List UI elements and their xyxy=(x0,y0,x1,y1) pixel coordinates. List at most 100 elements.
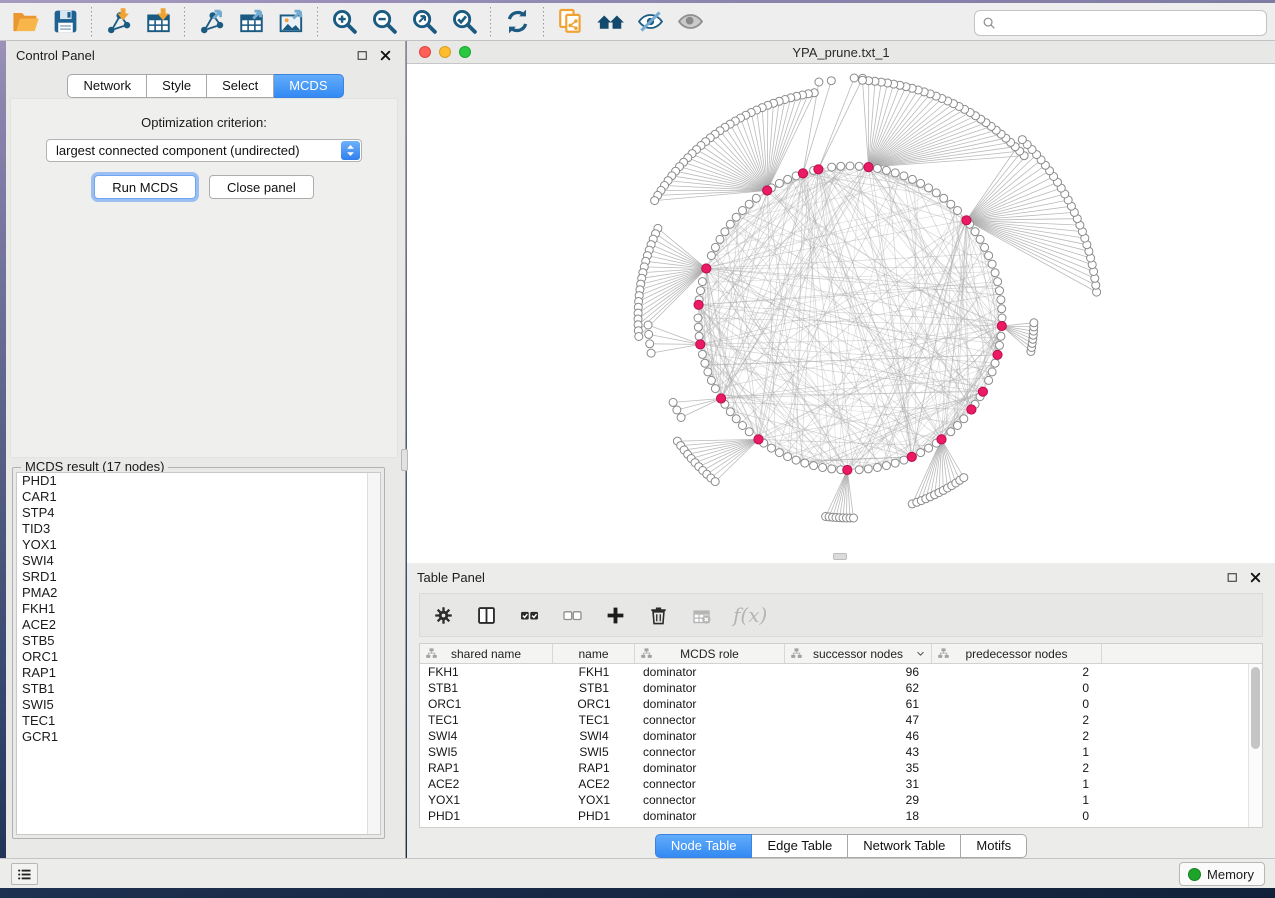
horizontal-splitter-handle[interactable] xyxy=(833,553,847,560)
ring-node[interactable] xyxy=(707,252,715,260)
ring-node[interactable] xyxy=(711,385,719,393)
mcds-hub-node[interactable] xyxy=(814,165,823,174)
ring-node[interactable] xyxy=(837,162,845,170)
satellite-node[interactable] xyxy=(635,333,643,341)
mcds-hub-node[interactable] xyxy=(843,465,852,474)
ring-node[interactable] xyxy=(940,194,948,202)
ring-node[interactable] xyxy=(810,462,818,470)
ring-node[interactable] xyxy=(998,314,1006,322)
ring-node[interactable] xyxy=(767,444,775,452)
mcds-result-item[interactable]: YOX1 xyxy=(17,537,380,553)
satellite-node[interactable] xyxy=(647,349,655,357)
mcds-hub-node[interactable] xyxy=(997,321,1006,330)
ring-node[interactable] xyxy=(846,162,854,170)
open-folder-icon[interactable] xyxy=(8,6,42,38)
export-table-icon[interactable] xyxy=(234,6,268,38)
ring-node[interactable] xyxy=(694,314,702,322)
tab-network[interactable]: Network xyxy=(67,74,147,98)
zoom-fit-icon[interactable] xyxy=(407,6,441,38)
table-row[interactable]: YOX1YOX1connector291 xyxy=(420,792,1262,808)
ring-node[interactable] xyxy=(726,408,734,416)
satellite-node[interactable] xyxy=(1030,319,1038,327)
close-panel-icon[interactable] xyxy=(1248,570,1263,585)
ring-node[interactable] xyxy=(873,464,881,472)
column-header-name[interactable]: name xyxy=(553,644,635,663)
refresh-icon[interactable] xyxy=(500,6,534,38)
ring-node[interactable] xyxy=(917,179,925,187)
ring-node[interactable] xyxy=(752,194,760,202)
mcds-result-item[interactable]: TID3 xyxy=(17,521,380,537)
mcds-hub-node[interactable] xyxy=(967,405,976,414)
ring-node[interactable] xyxy=(908,175,916,183)
mcds-result-list[interactable]: PHD1CAR1STP4TID3YOX1SWI4SRD1PMA2FKH1ACE2… xyxy=(16,472,381,835)
mcds-result-item[interactable]: STP4 xyxy=(17,505,380,521)
ring-node[interactable] xyxy=(701,359,709,367)
table-scrollbar[interactable] xyxy=(1248,664,1262,827)
deselect-all-icon[interactable] xyxy=(559,602,585,628)
ring-node[interactable] xyxy=(704,368,712,376)
mcds-result-item[interactable]: CAR1 xyxy=(17,489,380,505)
mcds-result-item[interactable]: SRD1 xyxy=(17,569,380,585)
float-panel-icon[interactable] xyxy=(355,48,370,63)
ring-node[interactable] xyxy=(694,323,702,331)
network-titlebar[interactable]: YPA_prune.txt_1 xyxy=(407,41,1275,64)
home-all-icon[interactable] xyxy=(593,6,627,38)
ring-node[interactable] xyxy=(882,166,890,174)
mcds-result-item[interactable]: SWI4 xyxy=(17,553,380,569)
ring-node[interactable] xyxy=(732,213,740,221)
table-row[interactable]: STB1STB1dominator620 xyxy=(420,680,1262,696)
table-tab-network-table[interactable]: Network Table xyxy=(848,834,961,858)
table-row[interactable]: ORC1ORC1dominator610 xyxy=(420,696,1262,712)
ring-node[interactable] xyxy=(947,428,955,436)
table-row[interactable]: ACE2ACE2connector311 xyxy=(420,776,1262,792)
satellite-node[interactable] xyxy=(677,414,685,422)
ring-node[interactable] xyxy=(991,269,999,277)
select-all-icon[interactable] xyxy=(516,602,542,628)
table-row[interactable]: PHD1PHD1dominator180 xyxy=(420,808,1262,824)
delete-table-icon[interactable] xyxy=(688,602,714,628)
ring-node[interactable] xyxy=(981,243,989,251)
ring-node[interactable] xyxy=(947,200,955,208)
add-column-icon[interactable] xyxy=(602,602,628,628)
column-header-predecessor-nodes[interactable]: predecessor nodes xyxy=(932,644,1102,663)
ring-node[interactable] xyxy=(997,296,1005,304)
mcds-result-item[interactable]: ACE2 xyxy=(17,617,380,633)
ring-node[interactable] xyxy=(698,278,706,286)
ring-node[interactable] xyxy=(976,235,984,243)
table-row[interactable]: RAP1RAP1dominator352 xyxy=(420,760,1262,776)
satellite-node[interactable] xyxy=(1018,136,1026,144)
ring-node[interactable] xyxy=(988,260,996,268)
ring-node[interactable] xyxy=(996,341,1004,349)
mcds-hub-node[interactable] xyxy=(694,300,703,309)
table-tab-node-table[interactable]: Node Table xyxy=(655,834,753,858)
ring-node[interactable] xyxy=(739,207,747,215)
ring-node[interactable] xyxy=(819,464,827,472)
ring-node[interactable] xyxy=(996,287,1004,295)
mcds-hub-node[interactable] xyxy=(907,452,916,461)
mcds-hub-node[interactable] xyxy=(937,435,946,444)
mcds-hub-node[interactable] xyxy=(763,186,772,195)
ring-node[interactable] xyxy=(721,228,729,236)
ring-node[interactable] xyxy=(732,415,740,423)
run-mcds-button[interactable]: Run MCDS xyxy=(94,175,196,199)
ring-node[interactable] xyxy=(925,184,933,192)
ring-node[interactable] xyxy=(792,456,800,464)
mcds-hub-node[interactable] xyxy=(993,350,1002,359)
mcds-hub-node[interactable] xyxy=(717,394,726,403)
column-header-MCDS-role[interactable]: MCDS role xyxy=(635,644,785,663)
mcds-hub-node[interactable] xyxy=(754,435,763,444)
mcds-result-item[interactable]: STB1 xyxy=(17,681,380,697)
table-row[interactable]: TEC1TEC1connector472 xyxy=(420,712,1262,728)
ring-node[interactable] xyxy=(697,287,705,295)
ring-node[interactable] xyxy=(775,179,783,187)
table-row[interactable]: SWI5SWI5connector431 xyxy=(420,744,1262,760)
table-tab-edge-table[interactable]: Edge Table xyxy=(752,834,848,858)
import-network-icon[interactable] xyxy=(101,6,135,38)
ring-node[interactable] xyxy=(900,172,908,180)
import-table-icon[interactable] xyxy=(141,6,175,38)
ring-node[interactable] xyxy=(891,459,899,467)
show-all-icon[interactable] xyxy=(673,6,707,38)
mcds-hub-node[interactable] xyxy=(798,169,807,178)
tab-style[interactable]: Style xyxy=(147,74,207,98)
satellite-node[interactable] xyxy=(645,330,653,338)
